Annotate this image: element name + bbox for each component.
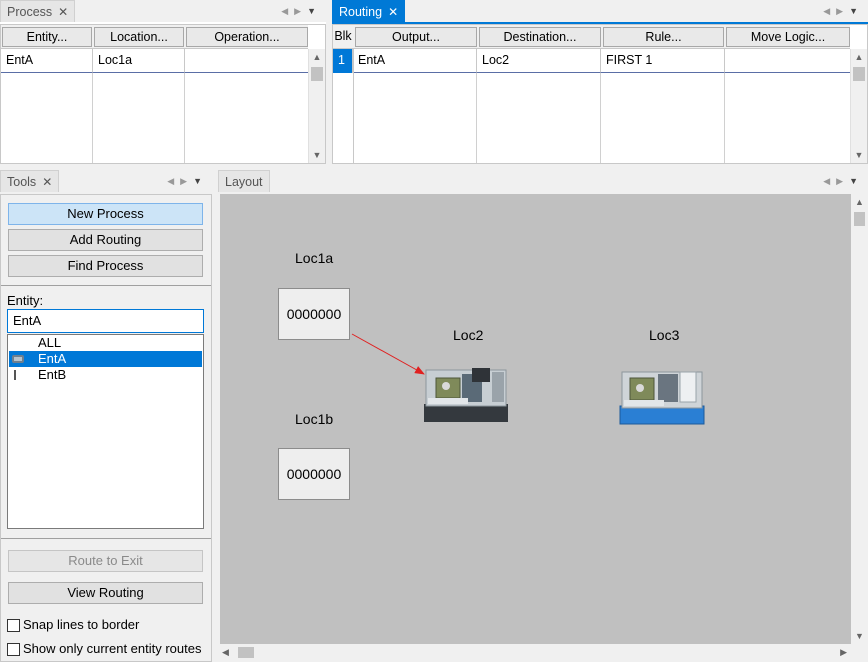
column-divider (724, 73, 725, 163)
list-item-label: EntB (38, 367, 67, 382)
tab-arrow-left-icon[interactable]: ◀ (167, 176, 180, 186)
list-item-label: EntA (38, 351, 67, 366)
tab-controls: ◀▶▼ (823, 0, 864, 22)
routing-panel: Routing ✕ ◀▶▼ Blk Output... Destination..… (332, 0, 868, 164)
cell-move-logic[interactable] (725, 49, 851, 73)
scroll-up-icon[interactable]: ▲ (309, 49, 325, 65)
list-item-all[interactable]: ALL (9, 335, 202, 351)
layout-horizontal-scrollbar[interactable]: ◀ ▶ (220, 644, 851, 661)
tab-arrow-right-icon[interactable]: ▶ (294, 6, 307, 16)
scroll-down-icon[interactable]: ▼ (851, 147, 867, 163)
tab-routing-label: Routing (339, 5, 383, 19)
dropdown-icon[interactable]: ▼ (849, 176, 864, 186)
column-divider (600, 73, 601, 163)
entity-field[interactable]: EntA (7, 309, 204, 333)
layout-vertical-scrollbar[interactable]: ▲ ▼ (851, 194, 868, 644)
scroll-down-icon[interactable]: ▼ (309, 147, 325, 163)
list-item-enta[interactable]: EntA (9, 351, 202, 367)
scroll-thumb[interactable] (238, 647, 254, 658)
tab-arrow-right-icon[interactable]: ▶ (836, 6, 849, 16)
show-only-current-checkbox[interactable] (7, 643, 20, 656)
cell-blk[interactable]: 1 (333, 49, 353, 73)
column-divider (353, 49, 354, 163)
tab-layout[interactable]: Layout (218, 170, 270, 192)
entity-label: Entity: (7, 293, 44, 308)
route-arrow[interactable] (220, 194, 851, 644)
new-process-button[interactable]: New Process (8, 203, 203, 225)
process-tabbar: Process ✕ ◀▶▼ (0, 0, 326, 22)
column-header-location[interactable]: Location... (94, 27, 184, 47)
tab-process-label: Process (7, 5, 53, 19)
column-divider (476, 73, 477, 163)
close-icon[interactable]: ✕ (388, 5, 398, 19)
process-grid: Entity... Location... Operation... EntA … (0, 24, 326, 164)
tab-arrow-left-icon[interactable]: ◀ (823, 6, 836, 16)
scroll-left-icon[interactable]: ◀ (222, 644, 229, 661)
route-to-exit-button[interactable]: Route to Exit (8, 550, 203, 572)
entity-icon (12, 355, 24, 363)
divider (1, 538, 211, 539)
dropdown-icon[interactable]: ▼ (307, 6, 322, 16)
cell-destination[interactable]: Loc2 (477, 49, 601, 73)
close-icon[interactable]: ✕ (58, 5, 68, 19)
scroll-up-icon[interactable]: ▲ (851, 49, 867, 65)
tab-tools[interactable]: Tools ✕ (0, 170, 60, 192)
process-panel: Process ✕ ◀▶▼ Entity... Location... Opera… (0, 0, 326, 164)
divider (1, 285, 211, 286)
add-routing-button[interactable]: Add Routing (8, 229, 203, 251)
routing-vertical-scrollbar[interactable]: ▲ ▼ (850, 49, 867, 163)
entity-icon (14, 370, 16, 380)
view-routing-button[interactable]: View Routing (8, 582, 203, 604)
cell-output[interactable]: EntA (353, 49, 477, 73)
layout-tabbar: Layout ◀▶▼ (218, 170, 868, 192)
tab-process[interactable]: Process ✕ (0, 0, 76, 22)
scroll-thumb[interactable] (854, 212, 865, 226)
snap-lines-checkbox[interactable] (7, 619, 20, 632)
tab-arrow-right-icon[interactable]: ▶ (836, 176, 849, 186)
column-header-rule[interactable]: Rule... (603, 27, 724, 47)
dropdown-icon[interactable]: ▼ (849, 6, 864, 16)
process-vertical-scrollbar[interactable]: ▲ ▼ (308, 49, 325, 163)
column-header-blk[interactable]: Blk (333, 27, 353, 47)
scroll-up-icon[interactable]: ▲ (851, 194, 868, 210)
column-header-move-logic[interactable]: Move Logic... (726, 27, 850, 47)
tools-tabbar: Tools ✕ ◀▶▼ (0, 170, 212, 192)
tab-arrow-right-icon[interactable]: ▶ (180, 176, 193, 186)
tab-controls: ◀▶▼ (823, 170, 864, 192)
find-process-button[interactable]: Find Process (8, 255, 203, 277)
cnc-lathe-icon[interactable] (422, 364, 514, 426)
column-header-output[interactable]: Output... (355, 27, 477, 47)
tab-layout-label: Layout (225, 175, 263, 189)
cell-rule[interactable]: FIRST 1 (601, 49, 725, 73)
snap-lines-label: Snap lines to border (23, 617, 140, 632)
column-divider (184, 73, 185, 163)
dropdown-icon[interactable]: ▼ (193, 176, 208, 186)
tab-controls: ◀▶▼ (281, 0, 322, 22)
layout-canvas[interactable]: Loc1a 0000000 Loc1b 0000000 Loc2 Loc3 (220, 194, 851, 644)
column-divider (92, 73, 93, 163)
scroll-thumb[interactable] (311, 67, 323, 81)
tab-routing[interactable]: Routing ✕ (332, 0, 406, 22)
scroll-down-icon[interactable]: ▼ (851, 628, 868, 644)
scroll-thumb[interactable] (853, 67, 865, 81)
routing-tabbar: Routing ✕ ◀▶▼ (332, 0, 868, 24)
tab-arrow-left-icon[interactable]: ◀ (281, 6, 294, 16)
scroll-right-icon[interactable]: ▶ (840, 644, 847, 661)
show-only-current-label: Show only current entity routes (23, 641, 202, 656)
column-header-destination[interactable]: Destination... (479, 27, 601, 47)
column-header-operation[interactable]: Operation... (186, 27, 308, 47)
routing-grid: Blk Output... Destination... Rule... Mov… (332, 24, 868, 164)
cell-location[interactable]: Loc1a (93, 49, 185, 73)
entity-field-value: EntA (13, 313, 42, 328)
tab-tools-label: Tools (7, 175, 37, 189)
cell-entity[interactable]: EntA (1, 49, 93, 73)
entity-list[interactable]: ALL EntA EntB (7, 334, 204, 529)
cell-operation[interactable] (185, 49, 309, 73)
cnc-lathe-icon[interactable] (618, 368, 708, 428)
close-icon[interactable]: ✕ (42, 175, 52, 189)
tab-arrow-left-icon[interactable]: ◀ (823, 176, 836, 186)
column-header-entity[interactable]: Entity... (2, 27, 92, 47)
tab-controls: ◀▶▼ (167, 170, 208, 192)
list-item-entb[interactable]: EntB (9, 367, 202, 383)
